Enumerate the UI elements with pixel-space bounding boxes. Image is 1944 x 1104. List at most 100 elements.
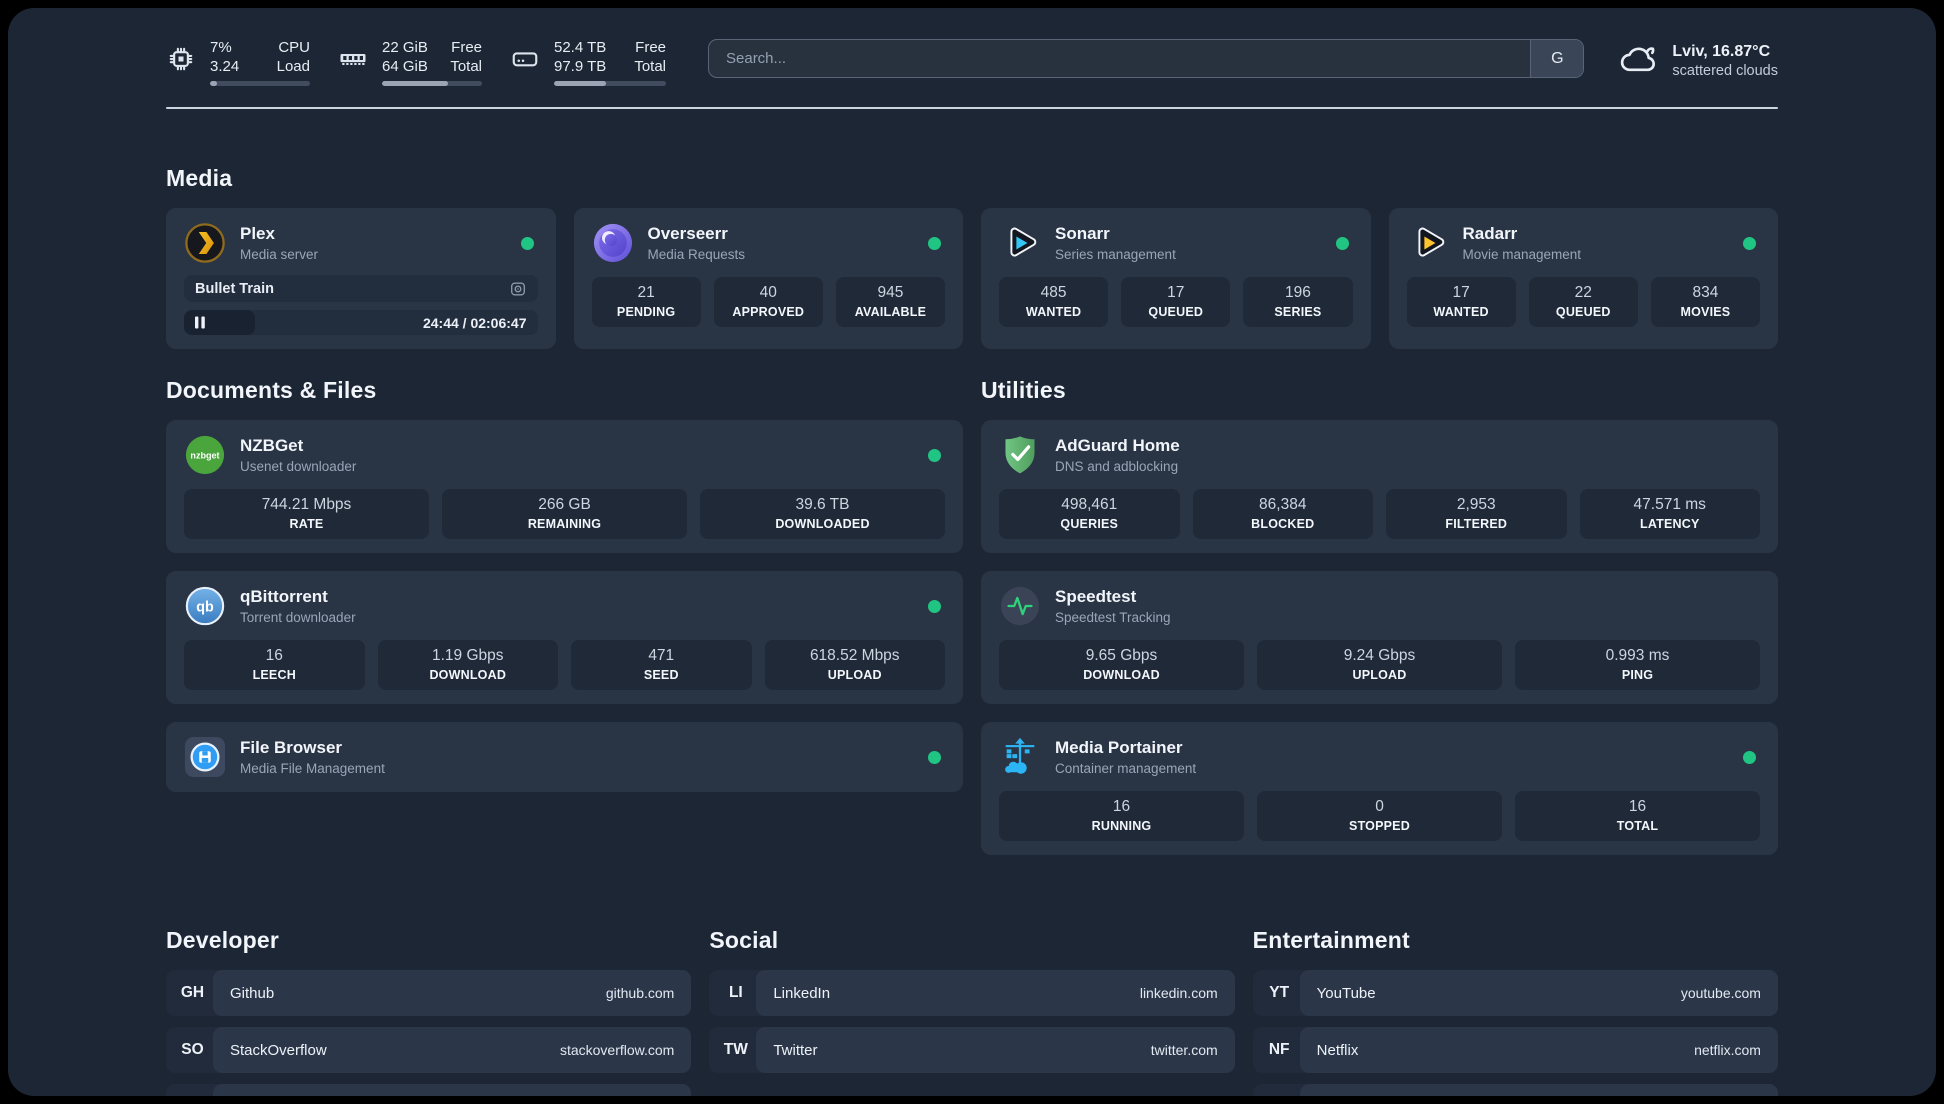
app-card-portainer[interactable]: Media Portainer Container management 16 … <box>981 722 1778 855</box>
playback-time: 24:44 / 02:06:47 <box>422 314 527 331</box>
disk-widget: 52.4 TB 97.9 TB Free Total <box>510 38 666 86</box>
stat-available: 945 AVAILABLE <box>835 277 946 327</box>
cpu-usage-value: 7% <box>210 39 232 56</box>
stat-series: 196 SERIES <box>1243 277 1353 327</box>
dashboard-app: 7% 3.24 CPU Load 22 GiB 64 GiB Free Tota… <box>8 8 1936 1096</box>
header-divider <box>166 107 1778 109</box>
bookmark-host: github.com <box>605 985 675 1001</box>
memory-widget: 22 GiB 64 GiB Free Total <box>338 38 482 86</box>
pause-button[interactable] <box>194 316 206 329</box>
stat-download: 9.65 Gbps DOWNLOAD <box>999 640 1244 690</box>
bookmark-dev[interactable]: DT DEV dev.to <box>166 1084 692 1096</box>
cloud-icon <box>1618 39 1658 84</box>
search-engine-button[interactable]: G <box>1530 40 1584 77</box>
utilities-column: Utilities AdGuard Home DNS and adblockin… <box>981 377 1778 873</box>
bookmark-host: twitter.com <box>1150 1042 1218 1058</box>
stat-upload: 618.52 Mbps UPLOAD <box>764 640 945 690</box>
app-subtitle: Movie management <box>1462 247 1582 262</box>
search-input[interactable] <box>709 40 1531 77</box>
stat-total: 16 TOTAL <box>1515 791 1760 841</box>
app-subtitle: Media File Management <box>240 761 385 776</box>
disk-free-label: Free <box>635 39 666 56</box>
stat-queries: 498,461 QUERIES <box>999 489 1180 539</box>
cpu-usage-label: CPU <box>278 39 310 56</box>
stat-upload: 9.24 Gbps UPLOAD <box>1257 640 1502 690</box>
plex-icon <box>184 222 226 264</box>
bookmark-netflix[interactable]: NF Netflix netflix.com <box>1252 1027 1778 1073</box>
app-name: File Browser <box>240 738 343 757</box>
weather-widget: Lviv, 16.87°C scattered clouds <box>1618 39 1778 84</box>
stat-latency: 47.571 ms LATENCY <box>1579 489 1760 539</box>
bookmark-name: Twitter <box>773 1041 818 1059</box>
stat-queued: 17 QUEUED <box>1121 277 1231 327</box>
app-card-overseerr[interactable]: Overseerr Media Requests 21 PENDING 40 A… <box>573 208 963 349</box>
bookmark-host: stackoverflow.com <box>559 1042 675 1058</box>
app-name: Media Portainer <box>1055 738 1183 757</box>
bookmark-name: Github <box>230 984 275 1002</box>
sonarr-icon <box>999 222 1041 264</box>
bookmark-name: LinkedIn <box>773 984 831 1002</box>
app-card-adguard[interactable]: AdGuard Home DNS and adblocking 498,461 … <box>981 420 1778 553</box>
now-playing-title: Bullet Train <box>195 280 274 297</box>
search-bar: G <box>708 39 1585 78</box>
memory-total-value: 64 GiB <box>382 58 428 75</box>
section-title-entertainment: Entertainment <box>1252 927 1410 953</box>
app-name: Overseerr <box>647 224 728 243</box>
memory-free-label: Free <box>451 39 482 56</box>
app-card-qbittorrent[interactable]: qb qBittorrent Torrent downloader 16 LEE… <box>166 571 963 704</box>
playback-progress-bar: 24:44 / 02:06:47 <box>184 310 538 335</box>
bookmark-host: youtube.com <box>1680 985 1761 1001</box>
memory-progress-bar <box>382 81 482 86</box>
bookmark-name: Netflix <box>1316 1041 1359 1059</box>
portainer-icon <box>999 736 1041 778</box>
status-online-dot <box>1743 236 1756 250</box>
app-card-plex[interactable]: Plex Media server Bullet Train 24:44 / 0… <box>166 208 556 349</box>
stat-leech: 16 LEECH <box>184 640 365 690</box>
cpu-widget: 7% 3.24 CPU Load <box>166 38 310 86</box>
bookmark-linkedin[interactable]: LI LinkedIn linkedin.com <box>709 970 1235 1016</box>
status-online-dot <box>928 599 941 613</box>
entertainment-bookmarks: Entertainment YT YouTube youtube.com NF … <box>1252 927 1778 1096</box>
filebrowser-icon <box>184 736 226 778</box>
bookmark-abbr: GH <box>166 970 219 1016</box>
radarr-icon <box>1407 222 1449 264</box>
svg-text:qb: qb <box>196 599 214 615</box>
app-card-sonarr[interactable]: Sonarr Series management 485 WANTED 17 Q… <box>981 208 1371 349</box>
stat-rate: 744.21 Mbps RATE <box>184 489 429 539</box>
app-card-radarr[interactable]: Radarr Movie management 17 WANTED 22 QUE… <box>1388 208 1778 349</box>
bookmark-twitter[interactable]: TW Twitter twitter.com <box>709 1027 1235 1073</box>
app-card-nzbget[interactable]: nzbget NZBGet Usenet downloader 744.21 M… <box>166 420 963 553</box>
app-name: NZBGet <box>240 436 304 455</box>
app-card-filebrowser[interactable]: File Browser Media File Management <box>166 722 963 792</box>
bookmark-youtube[interactable]: YT YouTube youtube.com <box>1252 970 1778 1016</box>
bookmark-stackoverflow[interactable]: SO StackOverflow stackoverflow.com <box>166 1027 692 1073</box>
bookmark-reddit[interactable]: RE Reddit reddit.com <box>1252 1084 1778 1096</box>
bookmark-github[interactable]: GH Github github.com <box>166 970 692 1016</box>
top-bar: 7% 3.24 CPU Load 22 GiB 64 GiB Free Tota… <box>166 8 1778 86</box>
cpu-progress-bar <box>210 81 310 86</box>
app-name: Plex <box>240 224 275 243</box>
app-name: AdGuard Home <box>1055 436 1180 455</box>
weather-summary: Lviv, 16.87°C <box>1672 43 1771 60</box>
app-name: Radarr <box>1462 224 1518 243</box>
stat-approved: 40 APPROVED <box>713 277 823 327</box>
disk-free-value: 52.4 TB <box>554 39 607 56</box>
qbittorrent-icon: qb <box>184 585 226 627</box>
status-online-dot <box>928 236 941 250</box>
stat-stopped: 0 STOPPED <box>1257 791 1502 841</box>
svg-text:nzbget: nzbget <box>190 450 219 460</box>
stat-remaining: 266 GB REMAINING <box>442 489 687 539</box>
stat-pending: 21 PENDING <box>591 277 701 327</box>
documents-column: Documents & Files nzbget NZBGet Usenet d <box>166 377 963 873</box>
section-title-documents: Documents & Files <box>166 377 377 403</box>
stat-blocked: 86,384 BLOCKED <box>1192 489 1373 539</box>
section-title-social: Social <box>709 927 779 953</box>
bookmark-abbr: YT <box>1252 970 1306 1016</box>
stat-seed: 471 SEED <box>571 640 752 690</box>
stat-download: 1.19 Gbps DOWNLOAD <box>377 640 558 690</box>
bookmark-abbr: RE <box>1252 1084 1306 1096</box>
stat-filtered: 2,953 FILTERED <box>1386 489 1567 539</box>
disk-total-label: Total <box>634 58 666 75</box>
app-subtitle: Media server <box>240 247 319 262</box>
app-card-speedtest[interactable]: Speedtest Speedtest Tracking 9.65 Gbps D… <box>981 571 1778 704</box>
